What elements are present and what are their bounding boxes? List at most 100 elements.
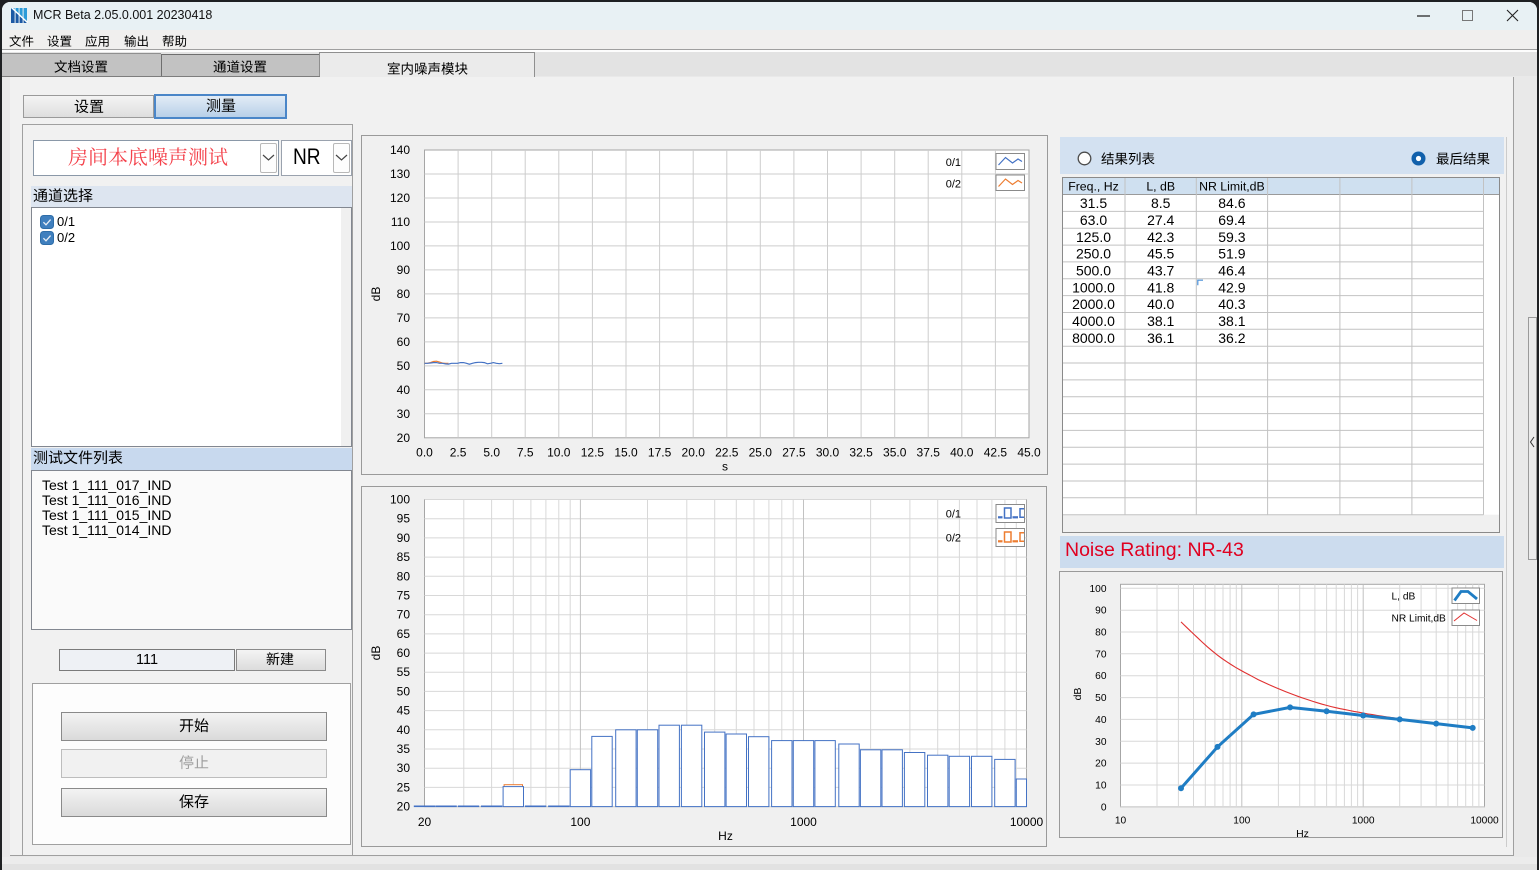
svg-text:31.5: 31.5 [1080,195,1107,211]
svg-text:20: 20 [1095,759,1107,770]
svg-text:Hz: Hz [718,829,733,843]
svg-text:Freq., Hz: Freq., Hz [1068,180,1119,194]
svg-text:25: 25 [397,780,411,794]
svg-text:dB: dB [1072,688,1084,701]
svg-text:40.0: 40.0 [950,446,974,460]
svg-text:70: 70 [397,311,411,325]
svg-text:10: 10 [1095,781,1107,792]
svg-text:dB: dB [369,646,383,661]
svg-text:0/2: 0/2 [946,533,961,545]
svg-text:L, dB: L, dB [1146,180,1175,194]
svg-text:110: 110 [391,215,410,229]
svg-text:75: 75 [397,589,411,603]
svg-text:1000: 1000 [1352,816,1375,827]
svg-text:500.0: 500.0 [1076,263,1111,279]
svg-text:85: 85 [397,550,411,564]
svg-text:NR Limit,dB: NR Limit,dB [1392,614,1447,625]
svg-text:90: 90 [1095,606,1107,617]
svg-text:120: 120 [390,191,410,205]
svg-text:90: 90 [397,531,411,545]
svg-text:0.0: 0.0 [416,446,433,460]
svg-text:125.0: 125.0 [1076,229,1111,245]
svg-text:130: 130 [390,167,410,181]
svg-text:42.9: 42.9 [1218,279,1245,295]
svg-text:10: 10 [1115,816,1127,827]
svg-text:7.5: 7.5 [517,446,534,460]
svg-text:45.0: 45.0 [1017,446,1041,460]
svg-text:35: 35 [397,742,411,756]
svg-text:84.6: 84.6 [1218,195,1245,211]
svg-text:30: 30 [1095,737,1107,748]
svg-text:80: 80 [397,569,411,583]
svg-text:60: 60 [397,646,411,660]
svg-text:100: 100 [1233,816,1250,827]
svg-text:4000.0: 4000.0 [1072,313,1115,329]
svg-text:2.5: 2.5 [450,446,467,460]
svg-text:5.0: 5.0 [483,446,500,460]
svg-text:70: 70 [397,608,411,622]
svg-text:50: 50 [397,359,411,373]
svg-text:100: 100 [390,239,410,253]
svg-text:55: 55 [397,665,411,679]
svg-text:41.8: 41.8 [1147,279,1174,295]
svg-text:20: 20 [418,815,432,829]
svg-text:90: 90 [397,263,411,277]
svg-text:15.0: 15.0 [614,446,638,460]
svg-text:8.5: 8.5 [1151,195,1171,211]
svg-text:60: 60 [1095,671,1107,682]
svg-text:20.0: 20.0 [682,446,706,460]
svg-text:12.5: 12.5 [581,446,605,460]
svg-text:140: 140 [390,143,410,157]
svg-text:46.4: 46.4 [1218,263,1245,279]
svg-text:0/1: 0/1 [946,157,961,169]
svg-text:0/1: 0/1 [946,509,961,521]
svg-text:38.1: 38.1 [1147,313,1174,329]
svg-text:NR Limit,dB: NR Limit,dB [1199,180,1265,194]
svg-text:100: 100 [390,493,410,507]
svg-text:s: s [722,460,728,474]
svg-text:37.5: 37.5 [917,446,941,460]
svg-text:50: 50 [1095,693,1107,704]
svg-text:100: 100 [1090,584,1107,595]
svg-text:Hz: Hz [1296,828,1309,838]
svg-text:36.2: 36.2 [1218,330,1245,346]
svg-text:45.5: 45.5 [1147,246,1174,262]
svg-text:95: 95 [397,512,411,526]
svg-text:30: 30 [397,761,411,775]
svg-text:20: 20 [397,800,411,814]
svg-text:40: 40 [397,383,411,397]
svg-text:36.1: 36.1 [1147,330,1174,346]
svg-text:8000.0: 8000.0 [1072,330,1115,346]
svg-text:80: 80 [397,287,411,301]
svg-text:L, dB: L, dB [1392,592,1416,603]
svg-text:10000: 10000 [1470,816,1499,827]
svg-text:22.5: 22.5 [715,446,739,460]
svg-text:250.0: 250.0 [1076,246,1111,262]
svg-text:51.9: 51.9 [1218,246,1245,262]
svg-text:0/2: 0/2 [946,179,961,191]
svg-text:42.3: 42.3 [1147,229,1174,245]
svg-text:80: 80 [1095,628,1107,639]
svg-text:30.0: 30.0 [816,446,840,460]
svg-text:63.0: 63.0 [1080,212,1107,228]
svg-text:27.5: 27.5 [782,446,806,460]
svg-text:27.4: 27.4 [1147,212,1174,228]
svg-text:17.5: 17.5 [648,446,672,460]
svg-text:40.3: 40.3 [1218,296,1245,312]
svg-text:0: 0 [1101,802,1107,813]
svg-text:45: 45 [397,704,411,718]
svg-text:65: 65 [397,627,411,641]
svg-text:43.7: 43.7 [1147,263,1174,279]
svg-text:1000: 1000 [790,815,817,829]
svg-text:60: 60 [397,335,411,349]
svg-text:40.0: 40.0 [1147,296,1174,312]
svg-text:35.0: 35.0 [883,446,907,460]
svg-text:10000: 10000 [1010,815,1044,829]
svg-text:42.5: 42.5 [984,446,1008,460]
svg-text:69.4: 69.4 [1218,212,1245,228]
svg-text:30: 30 [397,407,411,421]
svg-text:2000.0: 2000.0 [1072,296,1115,312]
svg-text:10.0: 10.0 [547,446,571,460]
svg-text:25.0: 25.0 [749,446,773,460]
svg-text:38.1: 38.1 [1218,313,1245,329]
